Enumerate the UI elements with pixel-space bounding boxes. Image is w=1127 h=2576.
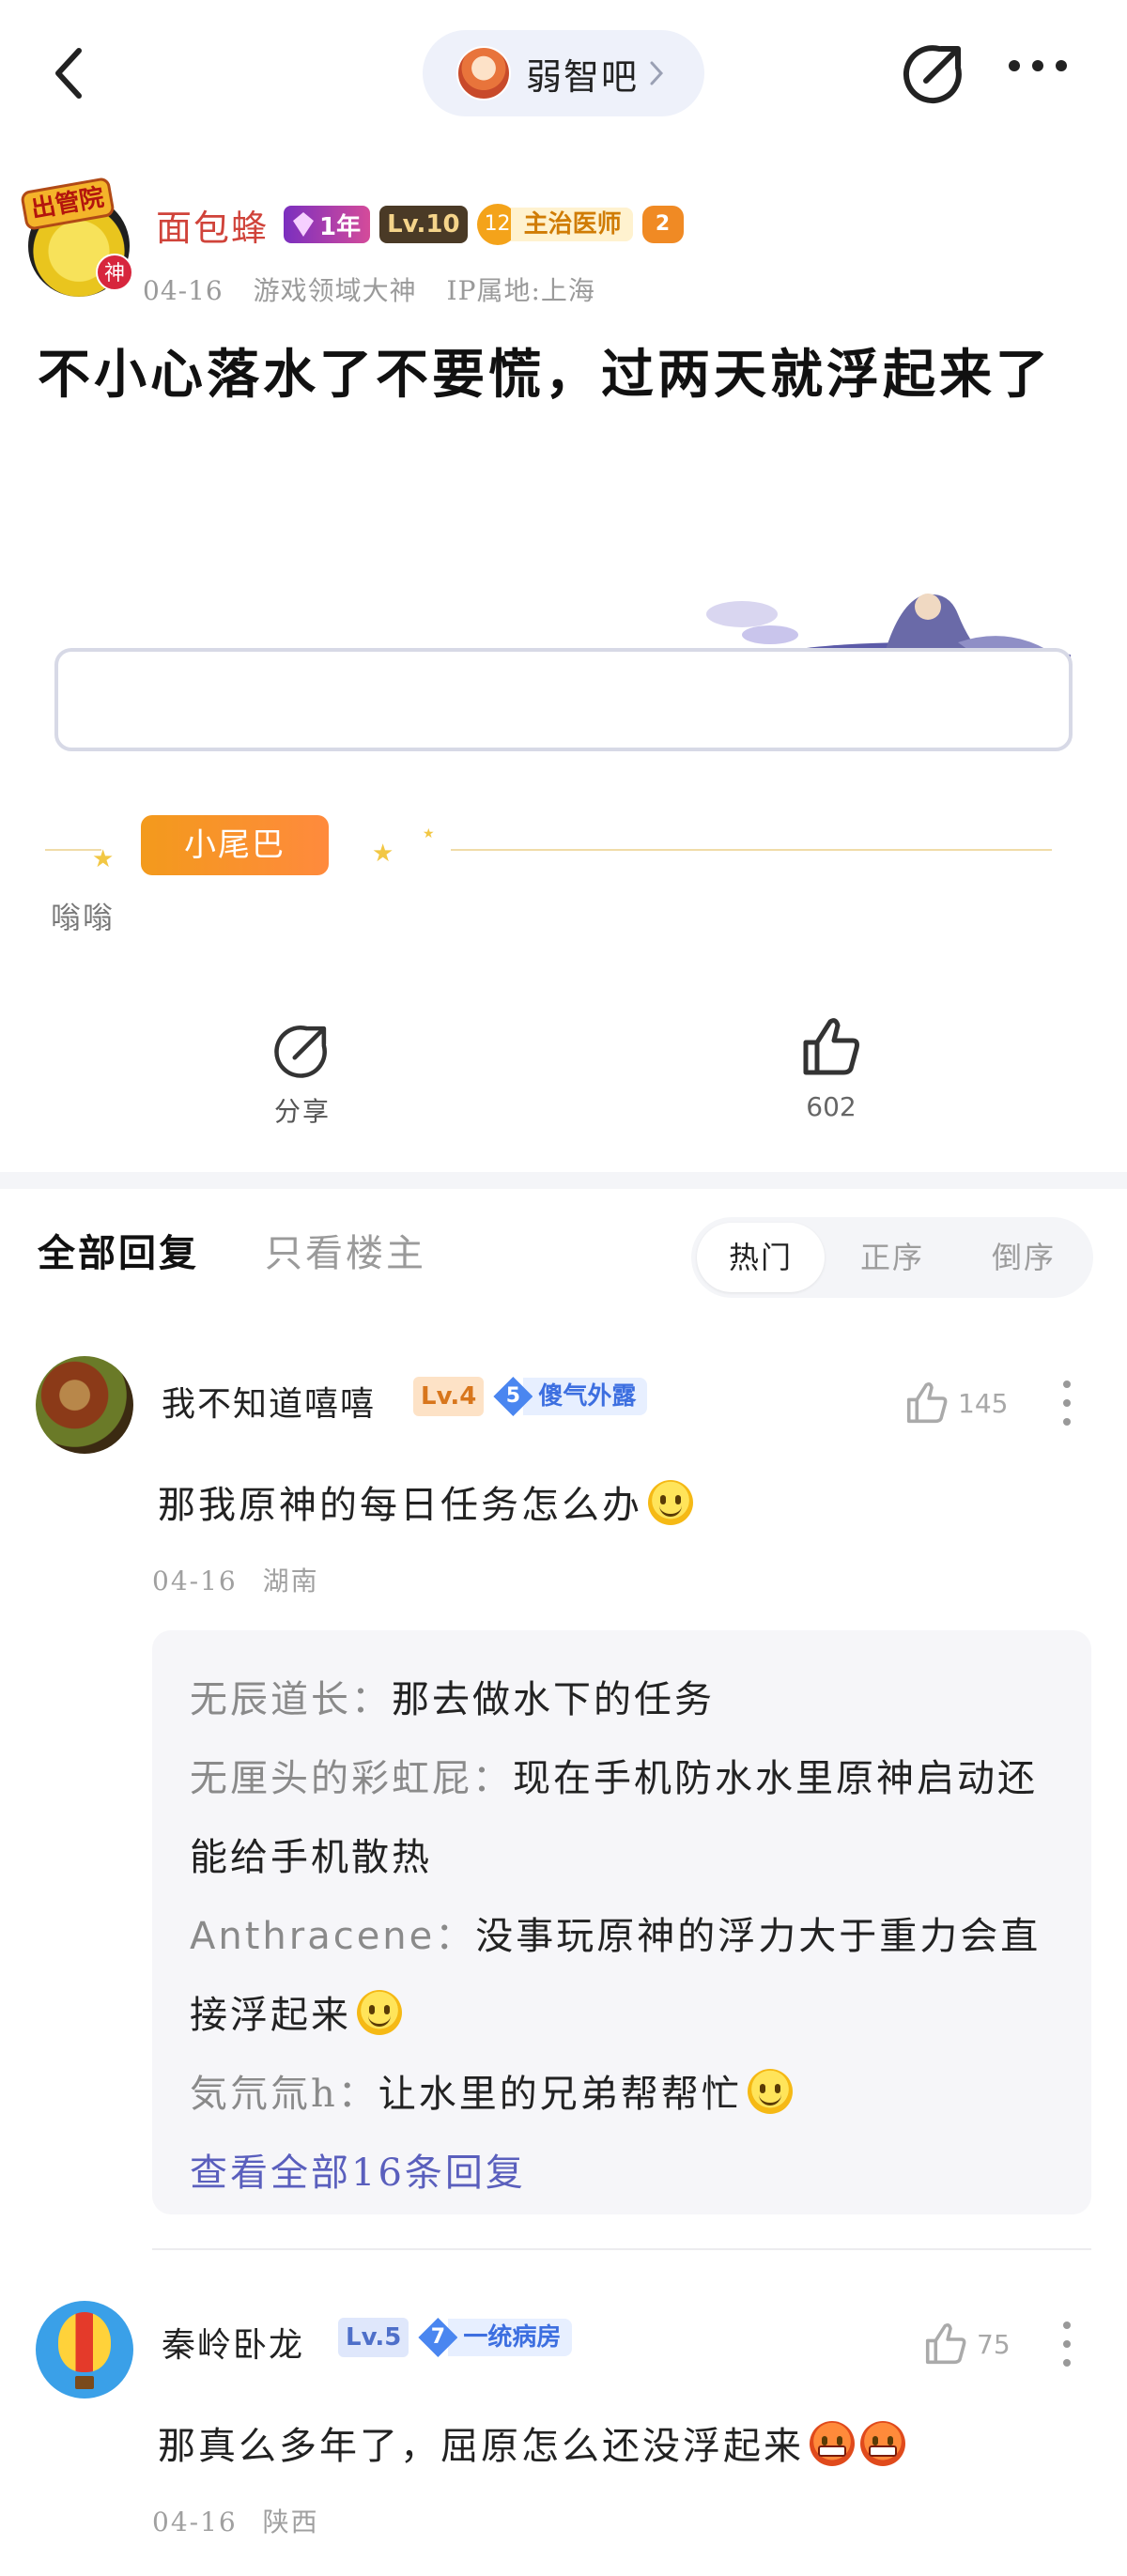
smile-emoji-icon xyxy=(747,2069,793,2114)
avatar[interactable] xyxy=(36,1356,133,1454)
smile-emoji-icon xyxy=(648,1480,693,1525)
share-label: 分享 xyxy=(273,1096,331,1127)
fan-badge: 7 一统病房 xyxy=(418,2318,573,2357)
sub-reply: 无辰道长：那去做水下的任务 xyxy=(190,1678,715,1721)
sub-reply: 无厘头的彩虹屁：现在手机防水水里原神启动还能给手机散热 xyxy=(190,1757,1038,1879)
comment-text: 那真么多年了，屈原怎么还没浮起来 xyxy=(158,2415,905,2470)
author-tags: 1年 Lv.10 12 主治医师 2 xyxy=(284,203,684,246)
sub-reply-user[interactable]: Anthracene xyxy=(190,1915,435,1958)
like-button[interactable]: 602 xyxy=(770,1014,892,1133)
smile-emoji-icon xyxy=(357,1990,402,2035)
chevron-left-icon xyxy=(55,48,82,99)
tail-divider-right xyxy=(451,849,1052,851)
tab-op-only[interactable]: 只看楼主 xyxy=(265,1223,426,1277)
comment-location: 湖南 xyxy=(262,1566,319,1597)
share-button[interactable]: 分享 xyxy=(246,1020,359,1133)
level-badge: Lv.4 xyxy=(413,1377,485,1416)
comment-text-content: 那真么多年了，屈原怎么还没浮起来 xyxy=(158,2425,804,2468)
comment-like-button[interactable]: 75 xyxy=(922,2316,1026,2372)
top-bar: 弱智吧 xyxy=(0,0,1127,150)
sub-reply-text: 让水里的兄弟帮帮忙 xyxy=(378,2073,742,2116)
member-year-text: 1年 xyxy=(319,212,362,241)
angry-emoji-icon xyxy=(810,2421,855,2466)
sort-descending[interactable]: 倒序 xyxy=(960,1223,1088,1292)
star-icon: ★ xyxy=(423,826,435,841)
ip-location: IP属地:上海 xyxy=(446,275,595,306)
tail-text: 嗡嗡 xyxy=(51,900,116,935)
comment-meta: 04-16 陕西 xyxy=(152,2502,334,2539)
sort-ascending[interactable]: 正序 xyxy=(828,1223,956,1292)
avatar-god-badge: 神 xyxy=(96,254,133,291)
share-icon xyxy=(903,45,962,104)
star-icon: ★ xyxy=(372,840,394,868)
comment-meta: 04-16 湖南 xyxy=(152,1561,334,1598)
thumbs-up-icon xyxy=(803,1018,859,1075)
comment-text-content: 那我原神的每日任务怎么办 xyxy=(158,1484,642,1527)
more-horizontal-icon xyxy=(1009,60,1067,71)
comment-like-count: 75 xyxy=(977,2328,1011,2360)
section-divider xyxy=(0,1172,1127,1189)
commenter-name[interactable]: 秦岭卧龙 xyxy=(162,2318,304,2367)
share-icon xyxy=(274,1026,327,1078)
level-badge: Lv.5 xyxy=(338,2318,409,2357)
fan-badge: 5 傻气外露 xyxy=(493,1377,648,1416)
sub-reply-user[interactable]: 気氘氚h xyxy=(190,2073,338,2116)
comment-like-button[interactable]: 145 xyxy=(903,1375,1026,1431)
more-vertical-icon[interactable] xyxy=(1056,1377,1078,1429)
sub-reply-user[interactable]: 无厘头的彩虹屁 xyxy=(190,1757,472,1800)
commenter-name[interactable]: 我不知道嘻嘻 xyxy=(162,1377,376,1426)
sub-reply-user[interactable]: 无辰道长 xyxy=(190,1678,351,1721)
fan-title: 一统病房 xyxy=(448,2319,573,2356)
tab-all-replies[interactable]: 全部回复 xyxy=(38,1223,199,1277)
title-text: 主治医师 xyxy=(510,208,633,241)
comment-divider xyxy=(152,2248,1091,2250)
sort-toggle: 热门 正序 倒序 xyxy=(691,1217,1093,1298)
author-honor: 游戏领域大神 xyxy=(253,275,417,306)
back-button[interactable] xyxy=(38,36,98,111)
sort-hot[interactable]: 热门 xyxy=(697,1223,825,1292)
forum-entry[interactable]: 弱智吧 xyxy=(423,30,704,116)
comment-date: 04-16 xyxy=(152,2507,238,2537)
diamond-icon xyxy=(293,212,314,237)
more-vertical-icon[interactable] xyxy=(1056,2318,1078,2370)
comment-like-count: 145 xyxy=(958,1387,1009,1419)
thumbs-up-icon xyxy=(906,1381,948,1424)
author-name[interactable]: 面包蜂 xyxy=(156,199,269,251)
author-avatar[interactable]: 出管院 神 xyxy=(20,176,133,297)
forum-name: 弱智吧 xyxy=(526,55,640,98)
sub-replies[interactable]: 无辰道长：那去做水下的任务 无厘头的彩虹屁：现在手机防水水里原神启动还能给手机散… xyxy=(152,1630,1091,2214)
like-count: 602 xyxy=(806,1091,857,1122)
angry-emoji-icon xyxy=(860,2421,905,2466)
sub-reply-text: 那去做水下的任务 xyxy=(392,1678,715,1721)
member-year-badge: 1年 xyxy=(284,206,371,243)
commenter-tags: Lv.4 5 傻气外露 xyxy=(413,1377,648,1416)
avatar[interactable] xyxy=(36,2301,133,2399)
fan-title: 傻气外露 xyxy=(523,1378,648,1415)
title-badge: 12 主治医师 xyxy=(476,204,633,245)
sub-reply: 気氘氚h：让水里的兄弟帮帮忙 xyxy=(190,2055,1058,2134)
avatar-hat: 出管院 xyxy=(20,176,116,232)
forum-avatar xyxy=(456,46,511,100)
view-all-replies-link[interactable]: 查看全部16条回复 xyxy=(190,2134,1058,2213)
comment-location: 陕西 xyxy=(262,2507,319,2537)
more-options-button[interactable] xyxy=(1005,56,1071,94)
level-badge: Lv.10 xyxy=(379,206,468,243)
comment-date: 04-16 xyxy=(152,1566,238,1597)
decoration-frame xyxy=(54,648,1073,751)
chevron-right-icon xyxy=(650,61,664,85)
post-title: 不小心落水了不要慌，过两天就浮起来了 xyxy=(38,344,1052,406)
tail-badge: 小尾巴 xyxy=(141,815,329,875)
thumbs-up-icon xyxy=(925,2322,966,2365)
post-meta: 04-16 游戏领域大神 IP属地:上海 xyxy=(143,270,616,308)
comment-text: 那我原神的每日任务怎么办 xyxy=(158,1474,693,1529)
post-date: 04-16 xyxy=(143,275,224,306)
game-controller-icon: 2 xyxy=(641,206,684,243)
share-top-button[interactable] xyxy=(902,39,975,113)
commenter-tags: Lv.5 7 一统病房 xyxy=(338,2318,573,2357)
sub-reply: Anthracene：没事玩原神的浮力大于重力会直接浮起来 xyxy=(190,1915,1042,2037)
balloon-basket xyxy=(75,2376,94,2389)
hot-air-balloon-icon xyxy=(58,2312,111,2372)
star-icon: ★ xyxy=(92,845,115,873)
